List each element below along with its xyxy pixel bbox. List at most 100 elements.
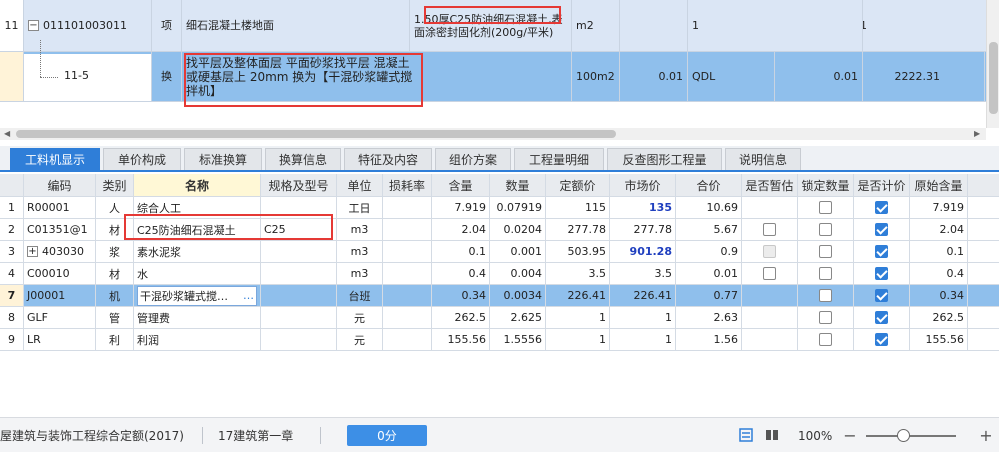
col-price[interactable]: 定额价 <box>546 174 610 196</box>
table-row[interactable]: 7 J00001 机干混砂浆罐式搅…… 台班 0.34 0.0034 226.41 226.4… <box>0 285 999 307</box>
tab-unit-price[interactable]: 单价构成 <box>103 148 181 170</box>
estimate-checkbox-box[interactable] <box>763 267 776 280</box>
zoom-in-icon[interactable]: + <box>978 426 994 445</box>
tab-quantity-detail[interactable]: 工程量明细 <box>514 148 604 170</box>
list-view-icon[interactable] <box>738 427 754 443</box>
resource-category: 材 <box>96 219 134 240</box>
table-row[interactable]: 8 GLF 管管理费元 262.5 2.625 1 1 2.63 262.5 <box>0 307 999 329</box>
split-view-icon[interactable] <box>764 427 780 443</box>
tab-features[interactable]: 特征及内容 <box>344 148 432 170</box>
scroll-right-icon[interactable]: ▶ <box>974 128 980 140</box>
expand-icon[interactable]: + <box>27 246 38 257</box>
resource-total: 0.01 <box>676 263 742 284</box>
charge-checkbox <box>854 307 910 328</box>
row-number: 2 <box>0 219 24 240</box>
resource-total: 5.67 <box>676 219 742 240</box>
zoom-slider-knob[interactable] <box>897 429 910 442</box>
tab-standard-conversion[interactable]: 标准换算 <box>184 148 262 170</box>
lock-checkbox <box>798 329 854 350</box>
col-total[interactable]: 合价 <box>676 174 742 196</box>
estimate-checkbox-box[interactable] <box>763 223 776 236</box>
estimate-checkbox <box>742 219 798 240</box>
zoom-slider-track[interactable] <box>866 435 956 437</box>
col-qty[interactable]: 数量 <box>490 174 546 196</box>
lock-checkbox-box[interactable] <box>819 201 832 214</box>
table-row[interactable]: 3 +403030 浆素水泥浆 m3 0.1 0.001 503.95 901.28 0.9 0.… <box>0 241 999 263</box>
quota-price: 2222.31 <box>863 52 985 101</box>
tab-description[interactable]: 说明信息 <box>725 148 801 170</box>
lock-checkbox-box[interactable] <box>819 311 832 324</box>
resource-loss <box>383 219 432 240</box>
col-code[interactable]: 编码 <box>24 174 96 196</box>
resource-category: 人 <box>96 197 134 218</box>
col-estimate[interactable]: 是否暂估 <box>742 174 798 196</box>
estimate-checkbox <box>742 263 798 284</box>
collapse-icon[interactable]: − <box>28 20 39 31</box>
resource-original: 262.5 <box>910 307 968 328</box>
resource-code: J00001 <box>24 285 96 306</box>
h-scroll-thumb[interactable] <box>16 130 616 138</box>
status-divider <box>320 427 321 444</box>
resource-qty: 0.004 <box>490 263 546 284</box>
bill-item-row[interactable]: 11 − 011101003011 项 细石混凝土楼地面 1.50厚C25防油细… <box>0 0 992 52</box>
zoom-out-icon[interactable]: − <box>842 426 858 445</box>
lock-checkbox-box[interactable] <box>819 289 832 302</box>
charge-checkbox-box[interactable] <box>875 223 888 236</box>
table-row[interactable]: 1 R00001 人综合人工 工日 7.919 0.07919 115 135 10.69 7.9… <box>0 197 999 219</box>
estimate-checkbox-box <box>763 245 776 258</box>
lock-checkbox-box[interactable] <box>819 333 832 346</box>
col-charge[interactable]: 是否计价 <box>854 174 910 196</box>
col-original[interactable]: 原始含量 <box>910 174 968 196</box>
resource-content: 0.4 <box>432 263 490 284</box>
tab-reverse-lookup[interactable]: 反查图形工程量 <box>607 148 722 170</box>
scroll-left-icon[interactable]: ◀ <box>4 128 10 140</box>
tab-labor-material[interactable]: 工料机显示 <box>10 148 100 170</box>
resource-qty: 0.07919 <box>490 197 546 218</box>
col-name[interactable]: 名称 <box>134 174 261 196</box>
charge-checkbox-box[interactable] <box>875 201 888 214</box>
resource-name: C25防油细石混凝土 <box>134 219 261 240</box>
more-options-icon[interactable]: … <box>243 289 254 302</box>
resource-code: C00010 <box>24 263 96 284</box>
col-content[interactable]: 含量 <box>432 174 490 196</box>
vertical-scrollbar[interactable] <box>986 0 999 128</box>
scroll-thumb[interactable] <box>989 42 998 114</box>
col-lock[interactable]: 锁定数量 <box>798 174 854 196</box>
col-unit[interactable]: 单位 <box>337 174 383 196</box>
horizontal-scrollbar[interactable]: ◀ ▶ <box>0 128 986 140</box>
col-spec[interactable]: 规格及型号 <box>261 174 337 196</box>
tab-pricing-plan[interactable]: 组价方案 <box>435 148 511 170</box>
resource-name[interactable]: 干混砂浆罐式搅…… <box>134 285 261 306</box>
charge-checkbox-box[interactable] <box>875 333 888 346</box>
score-button[interactable]: 0分 <box>347 425 427 446</box>
col-loss[interactable]: 损耗率 <box>383 174 432 196</box>
lock-checkbox-box[interactable] <box>819 267 832 280</box>
table-row[interactable]: 9 LR 利利润元 155.56 1.5556 1 1 1.56 155.56 <box>0 329 999 351</box>
resource-content: 2.04 <box>432 219 490 240</box>
col-category[interactable]: 类别 <box>96 174 134 196</box>
charge-checkbox-box[interactable] <box>875 267 888 280</box>
table-row[interactable]: 4 C00010 材水 m3 0.4 0.004 3.5 3.5 0.01 0.4 <box>0 263 999 285</box>
resource-loss <box>383 197 432 218</box>
resource-qty: 0.0204 <box>490 219 546 240</box>
resource-total: 2.63 <box>676 307 742 328</box>
col-market[interactable]: 市场价 <box>610 174 676 196</box>
table-row[interactable]: 2 C01351@1 材 C25防油细石混凝土 C25 m3 2.04 0.0204 277.7… <box>0 219 999 241</box>
resource-original: 2.04 <box>910 219 968 240</box>
charge-checkbox-box[interactable] <box>875 311 888 324</box>
charge-checkbox-box[interactable] <box>875 289 888 302</box>
resource-price: 277.78 <box>546 219 610 240</box>
tree-connector-h <box>40 77 58 78</box>
item-name: 细石混凝土楼地面 <box>182 0 410 51</box>
resource-name-editor[interactable]: 干混砂浆罐式搅…… <box>137 285 257 306</box>
lock-checkbox-box[interactable] <box>819 223 832 236</box>
resource-category: 浆 <box>96 241 134 262</box>
quota-name-cell: 找平层及整体面层 平面砂浆找平层 混凝土或硬基层上 20mm 换为【干混砂浆罐式… <box>182 52 572 101</box>
tab-conversion-info[interactable]: 换算信息 <box>265 148 341 170</box>
resource-total: 10.69 <box>676 197 742 218</box>
resource-code-text: 403030 <box>42 245 84 258</box>
charge-checkbox-box[interactable] <box>875 245 888 258</box>
resource-code: C01351@1 <box>24 219 96 240</box>
lock-checkbox-box[interactable] <box>819 245 832 258</box>
resource-price: 3.5 <box>546 263 610 284</box>
